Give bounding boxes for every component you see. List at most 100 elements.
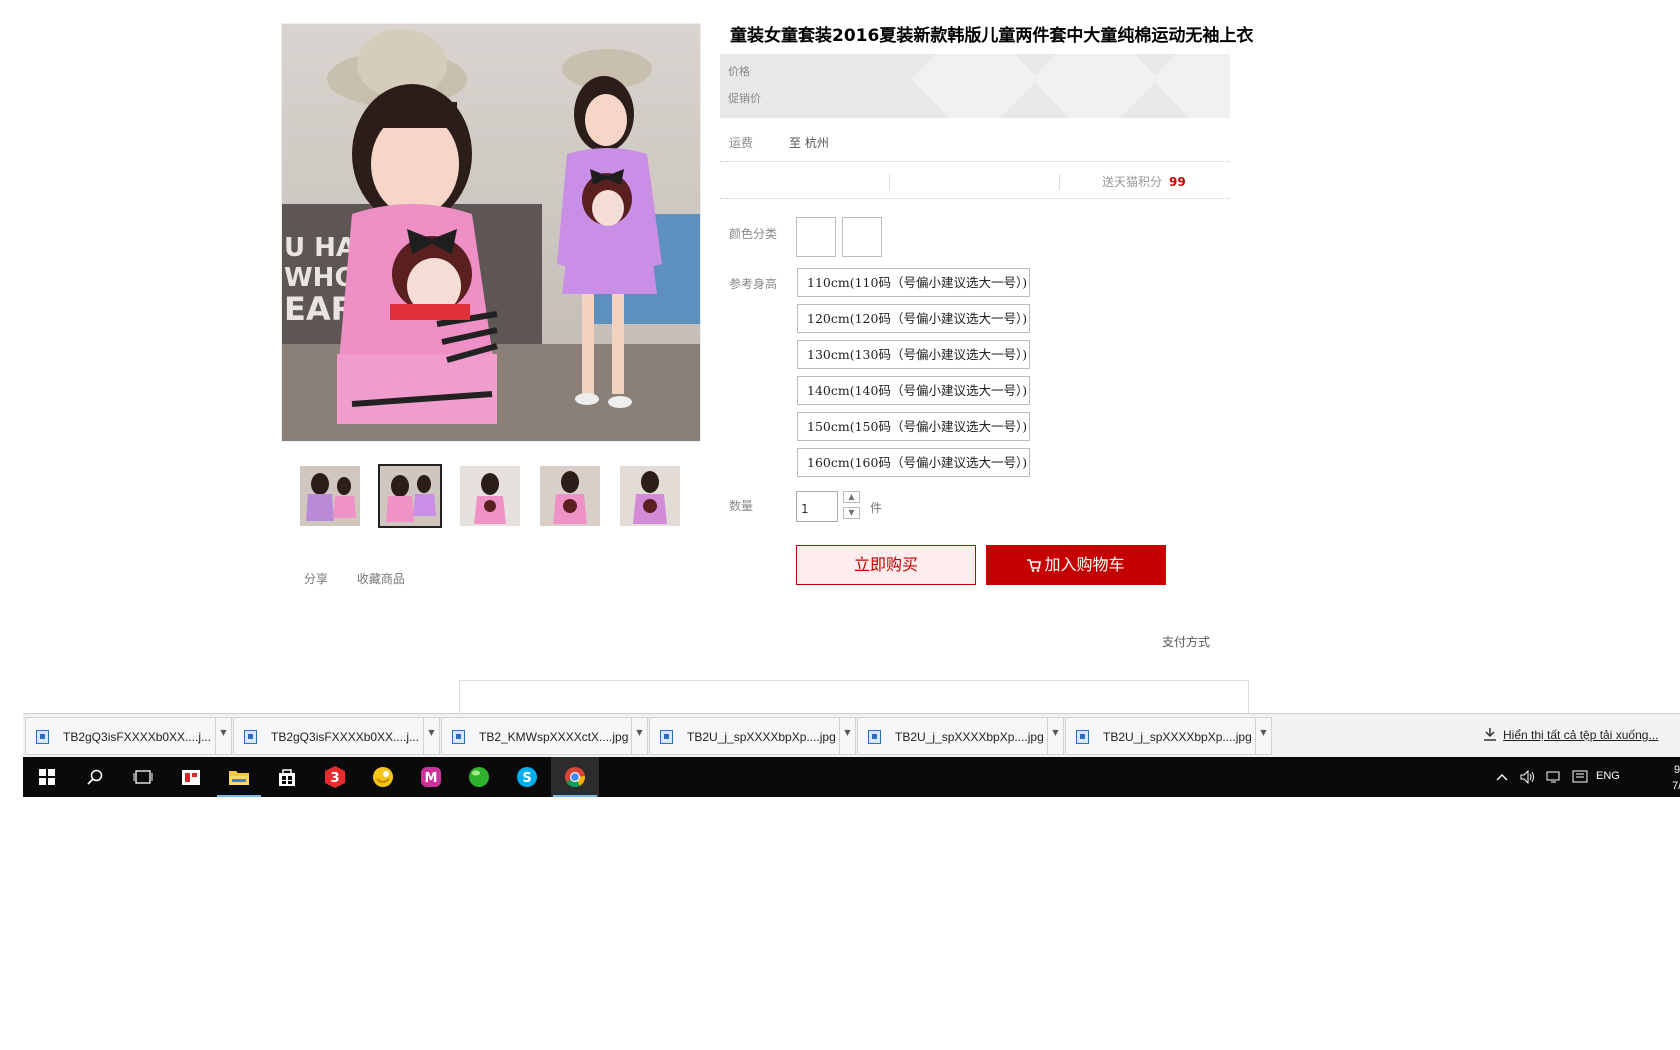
svg-text:3: 3: [330, 771, 339, 786]
task-view-button[interactable]: [119, 757, 167, 797]
green-ball-icon: [469, 767, 489, 787]
image-file-icon: [1076, 730, 1089, 744]
product-main-image[interactable]: U HAVE WHOLE EAR: [281, 23, 701, 442]
search-icon: [87, 769, 103, 785]
image-file-icon: [868, 730, 881, 744]
thumbnail-5[interactable]: [620, 466, 680, 526]
windows-icon: [39, 769, 55, 785]
size-option-140[interactable]: 140cm(140码（号偏小建议选大一号）): [797, 376, 1030, 405]
search-button[interactable]: [71, 757, 119, 797]
download-item[interactable]: TB2U_j_spXXXXbpXp....jpg ▼: [1065, 717, 1272, 755]
chevron-down-icon[interactable]: ▼: [631, 718, 647, 754]
chevron-up-icon: ▲: [848, 492, 855, 501]
quantity-increase-button[interactable]: ▲: [843, 491, 860, 503]
points-value: 99: [1169, 175, 1186, 189]
thumbnail-3[interactable]: [460, 466, 520, 526]
show-all-downloads-link[interactable]: Hiển thị tất cả tệp tải xuống...: [1503, 728, 1658, 742]
start-button[interactable]: [23, 757, 71, 797]
download-filename: TB2U_j_spXXXXbpXp....jpg: [687, 730, 836, 744]
freight-destination[interactable]: 至 杭州: [789, 134, 829, 151]
chevron-down-icon[interactable]: ▼: [215, 718, 231, 754]
taskbar-app-3[interactable]: 3: [311, 757, 359, 797]
download-filename: TB2U_j_spXXXXbpXp....jpg: [1103, 730, 1252, 744]
buy-now-button[interactable]: 立即购买: [796, 545, 976, 585]
language-indicator[interactable]: ENG: [1596, 770, 1620, 782]
height-label: 参考身高: [729, 277, 778, 291]
network-icon[interactable]: [1546, 770, 1562, 784]
clock-date: 7/12/201: [1672, 780, 1680, 792]
download-item[interactable]: TB2U_j_spXXXXbpXp....jpg ▼: [649, 717, 856, 755]
taskbar-app-1[interactable]: [167, 757, 215, 797]
svg-text:S: S: [522, 771, 531, 786]
browser-page: U HAVE WHOLE EAR 分享 收藏商品 童装女童套装2016夏装新款韩…: [0, 0, 1680, 1050]
price-label: 价格: [728, 65, 750, 78]
notifications-icon[interactable]: [1572, 770, 1588, 784]
share-link[interactable]: 分享: [304, 572, 328, 586]
windows-taskbar: 3 M S ENG 9 7: [23, 757, 1680, 797]
chevron-up-icon[interactable]: [1496, 773, 1508, 781]
tmall-points: 送天猫积分 99: [1102, 173, 1186, 190]
download-item[interactable]: TB2_KMWspXXXXctX....jpg ▼: [441, 717, 648, 755]
color-option-2[interactable]: [842, 217, 882, 257]
taskbar-store[interactable]: [263, 757, 311, 797]
buy-now-label: 立即购买: [853, 555, 918, 574]
size-option-150[interactable]: 150cm(150码（号偏小建议选大一号）): [797, 412, 1030, 441]
taskbar-clock[interactable]: 9:17 PM 7/12/201: [1655, 762, 1680, 794]
cart-icon: [1027, 559, 1042, 572]
download-item[interactable]: TB2gQ3isFXXXXb0XX....j... ▼: [233, 717, 440, 755]
taskbar-skype[interactable]: S: [503, 757, 551, 797]
taskbar-file-explorer[interactable]: [215, 757, 263, 797]
quantity-input[interactable]: 1: [796, 491, 838, 522]
download-filename: TB2gQ3isFXXXXb0XX....j...: [63, 730, 212, 744]
download-icon: [1484, 728, 1496, 741]
freight-label: 运费: [729, 136, 754, 150]
thumbnail-1[interactable]: [300, 466, 360, 526]
add-to-cart-button[interactable]: 加入购物车: [986, 545, 1166, 585]
chevron-down-icon[interactable]: ▼: [1255, 718, 1271, 754]
download-filename: TB2_KMWspXXXXctX....jpg: [479, 730, 629, 744]
color-label: 颜色分类: [729, 227, 778, 241]
image-file-icon: [452, 730, 465, 744]
app-3-icon: 3: [325, 766, 345, 788]
download-filename: TB2gQ3isFXXXXb0XX....j...: [271, 730, 420, 744]
download-filename: TB2U_j_spXXXXbpXp....jpg: [895, 730, 1044, 744]
chevron-down-icon: ▼: [848, 508, 855, 517]
chevron-down-icon[interactable]: ▼: [423, 718, 439, 754]
taskbar-app-m[interactable]: M: [407, 757, 455, 797]
thumbnail-2[interactable]: [378, 464, 442, 528]
chrome-icon: [565, 767, 585, 788]
size-option-160[interactable]: 160cm(160码（号偏小建议选大一号）): [797, 448, 1030, 477]
m-app-icon: M: [421, 767, 441, 787]
thumbnail-4[interactable]: [540, 466, 600, 526]
taskbar-app-green[interactable]: [455, 757, 503, 797]
taskbar-chrome[interactable]: [551, 757, 599, 797]
payment-methods-link[interactable]: 支付方式: [1162, 633, 1210, 650]
quantity-label: 数量: [729, 499, 754, 513]
download-item[interactable]: TB2U_j_spXXXXbpXp....jpg ▼: [857, 717, 1064, 755]
clock-time: 9:17 PM: [1674, 764, 1680, 776]
product-title: 童装女童套装2016夏装新款韩版儿童两件套中大童纯棉运动无袖上衣: [730, 26, 1254, 46]
chevron-down-icon[interactable]: ▼: [839, 718, 855, 754]
color-option-1[interactable]: [796, 217, 836, 257]
favorite-link[interactable]: 收藏商品: [357, 572, 405, 586]
image-file-icon: [660, 730, 673, 744]
download-item[interactable]: TB2gQ3isFXXXXb0XX....j... ▼: [25, 717, 232, 755]
image-file-icon: [244, 730, 257, 744]
share-links: 分享 收藏商品: [304, 570, 430, 587]
size-option-110[interactable]: 110cm(110码（号偏小建议选大一号）): [797, 268, 1030, 297]
divider: [720, 198, 1230, 199]
divider: [720, 161, 1230, 162]
quantity-unit: 件: [870, 501, 883, 515]
svg-text:M: M: [425, 771, 438, 786]
taskbar-app-duck[interactable]: [359, 757, 407, 797]
quantity-decrease-button[interactable]: ▼: [843, 507, 860, 519]
points-label: 送天猫积分: [1102, 175, 1163, 189]
download-bar: TB2gQ3isFXXXXb0XX....j... ▼ TB2gQ3isFXXX…: [23, 713, 1680, 757]
chevron-down-icon[interactable]: ▼: [1047, 718, 1063, 754]
add-to-cart-label: 加入购物车: [1044, 555, 1125, 574]
volume-icon[interactable]: [1520, 770, 1536, 784]
duck-icon: [373, 767, 393, 787]
size-option-130[interactable]: 130cm(130码（号偏小建议选大一号）): [797, 340, 1030, 369]
size-option-120[interactable]: 120cm(120码（号偏小建议选大一号）): [797, 304, 1030, 333]
promo-price-label: 促销价: [728, 92, 761, 105]
